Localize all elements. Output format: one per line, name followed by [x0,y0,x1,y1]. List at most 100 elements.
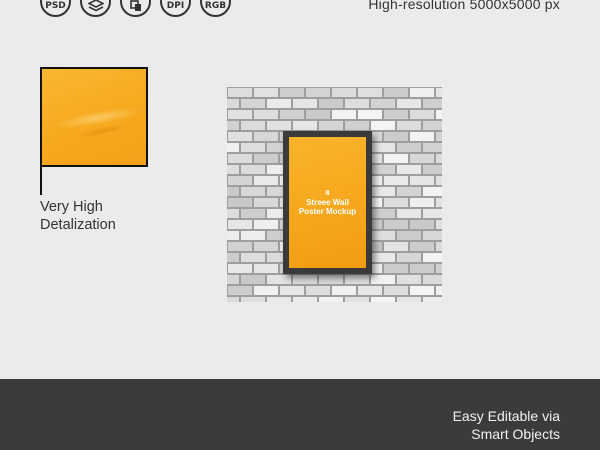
brick [228,88,252,97]
brick [293,275,317,284]
brick [397,297,421,302]
detail-leader-line [40,165,42,195]
brick [293,297,317,302]
brick [280,286,304,295]
brick [306,286,330,295]
smart-object-icon [120,0,151,17]
footer-caption-line2: Smart Objects [471,426,560,442]
brick [241,253,265,262]
brick [410,176,434,185]
brick [410,242,434,251]
brick [423,209,442,218]
brick [228,286,252,295]
brick [241,99,265,108]
brick [423,165,442,174]
brick [384,110,408,119]
brick [241,143,265,152]
brick [228,110,252,119]
brick [319,121,343,130]
brick [254,242,278,251]
brick [241,275,265,284]
brick [254,198,278,207]
brick [397,121,421,130]
brick [227,99,239,108]
brick [384,286,408,295]
brick [241,165,265,174]
brick [436,286,442,295]
brick [254,264,278,273]
brick [371,209,395,218]
brick [371,297,395,302]
brick [358,88,382,97]
brick [436,198,442,207]
brick [254,110,278,119]
brick [436,88,442,97]
brick [227,231,239,240]
brick [397,99,421,108]
brick [228,154,252,163]
detail-swatch [40,67,148,167]
brick [241,121,265,130]
brick [423,275,442,284]
brick [397,253,421,262]
poster-logo: 8 [325,189,330,197]
brick [345,297,369,302]
brick [332,88,356,97]
brick [254,154,278,163]
brick [293,99,317,108]
brick [345,99,369,108]
brick [332,110,356,119]
brick [241,231,265,240]
brick [371,143,395,152]
dpi-badge-label: DPI [166,1,185,11]
brick [254,88,278,97]
brick [410,132,434,141]
layers-icon [80,0,111,17]
brick [332,286,356,295]
brick [397,209,421,218]
brick [306,110,330,119]
brick [384,154,408,163]
brick [423,121,442,130]
poster-title: Streee Wall Poster Mockup [298,197,357,216]
brick [267,121,291,130]
psd-badge-label: PSD [45,1,66,11]
brick [423,253,442,262]
brick [397,275,421,284]
brick [345,121,369,130]
footer-caption-line1: Easy Editable via [452,408,560,424]
brick [227,165,239,174]
brick [410,220,434,229]
brick [371,121,395,130]
brick [410,198,434,207]
brick [371,99,395,108]
brick [241,187,265,196]
brick [228,198,252,207]
brick [241,297,265,302]
brick [410,110,434,119]
brick [228,264,252,273]
brick [241,209,265,218]
brick [423,297,442,302]
footer-caption: Easy Editable via Smart Objects [453,407,560,443]
brick [371,165,395,174]
brick [267,99,291,108]
brick [228,242,252,251]
detail-caption-line1: Very High [40,199,103,215]
brick [319,275,343,284]
brick [227,143,239,152]
brick [410,154,434,163]
brick [371,253,395,262]
resolution-text: High-resolution 5000x5000 px [368,0,560,12]
brick [410,88,434,97]
brick [436,242,442,251]
detail-caption-line2: Detalization [40,217,116,233]
brick [384,88,408,97]
brick [397,187,421,196]
rgb-badge-label: RGB [204,1,227,11]
brick [397,231,421,240]
brick [254,176,278,185]
brick [371,187,395,196]
brick [358,110,382,119]
brick [436,176,442,185]
